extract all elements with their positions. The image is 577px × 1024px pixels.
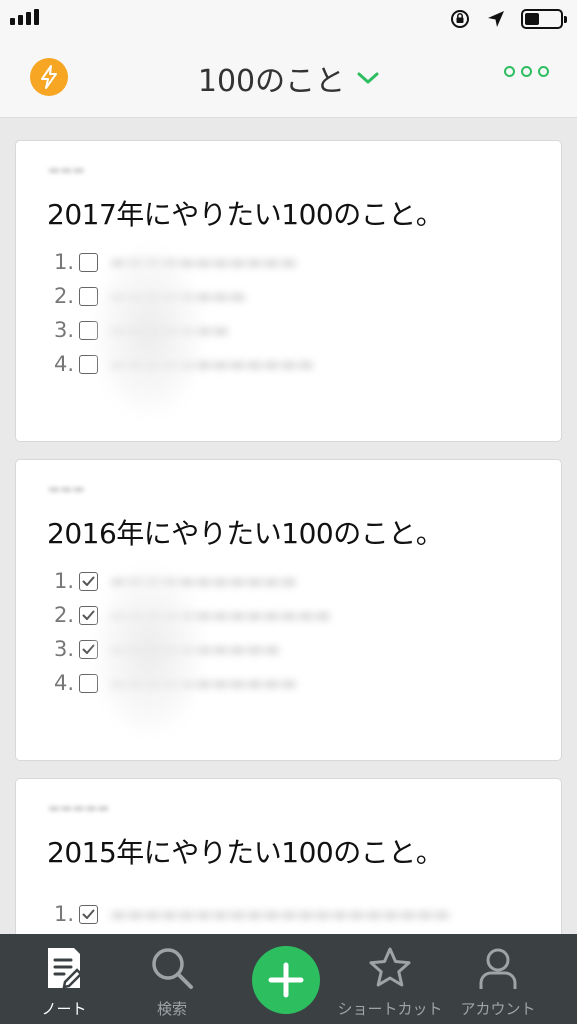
item-number: 4.: [54, 671, 75, 695]
checkbox[interactable]: [79, 605, 98, 625]
note-title: 2015年にやりたい100のこと。: [47, 836, 444, 869]
note-card[interactable]: ▬▬▬ 2017年にやりたい100のこと。 1. ▬▬▬▬▬▬▬▬▬▬▬ 2. …: [15, 140, 562, 442]
more-dot: [504, 66, 515, 77]
note-meta-redacted: ▬▬▬: [48, 163, 85, 178]
checkbox[interactable]: [79, 904, 98, 924]
note-list: ▬▬▬ 2017年にやりたい100のこと。 1. ▬▬▬▬▬▬▬▬▬▬▬ 2. …: [0, 118, 577, 934]
checkmark-icon: [82, 909, 95, 919]
bottom-tab-bar: ノート 検索 ショートカット アカウント: [0, 934, 577, 1024]
search-icon: [148, 944, 196, 992]
redaction-blur: [94, 566, 204, 736]
plus-icon: [268, 962, 304, 998]
checkbox[interactable]: [79, 354, 98, 374]
star-icon: [366, 944, 414, 992]
location-arrow-icon: [488, 11, 504, 27]
status-indicators: [449, 8, 567, 30]
rotation-lock-icon: [451, 10, 469, 28]
item-number: 3.: [54, 637, 75, 661]
item-number: 3.: [54, 318, 75, 342]
checklist: 1. ▬▬▬▬▬▬▬▬▬▬▬▬▬▬▬▬▬▬▬▬: [54, 897, 450, 931]
notebook-selector[interactable]: 100のこと: [0, 58, 577, 99]
checkbox[interactable]: [79, 252, 98, 272]
checklist-item: 1. ▬▬▬▬▬▬▬▬▬▬▬: [54, 564, 331, 598]
tab-shortcuts[interactable]: ショートカット: [330, 934, 450, 1024]
tab-search[interactable]: 検索: [126, 934, 218, 1024]
chevron-down-icon: [357, 72, 379, 84]
tab-notes[interactable]: ノート: [18, 934, 110, 1024]
item-number: 2.: [54, 284, 75, 308]
note-meta-redacted: ▬▬▬: [48, 482, 85, 497]
note-meta-redacted: ▬▬▬▬▬: [48, 801, 110, 816]
checklist-item: 1. ▬▬▬▬▬▬▬▬▬▬▬▬▬▬▬▬▬▬▬▬: [54, 897, 450, 931]
more-dot: [521, 66, 532, 77]
signal-strength-icon: [10, 9, 39, 25]
battery-icon: [521, 9, 567, 29]
tab-label: ノート: [41, 1000, 87, 1018]
tab-account[interactable]: アカウント: [452, 934, 544, 1024]
note-title: 2017年にやりたい100のこと。: [47, 198, 444, 231]
battery-level: [525, 13, 539, 25]
more-options-button[interactable]: [504, 66, 549, 77]
note-card[interactable]: ▬▬▬ 2016年にやりたい100のこと。 1. ▬▬▬▬▬▬▬▬▬▬▬ 2. …: [15, 459, 562, 761]
add-note-button[interactable]: [252, 946, 320, 1014]
redaction-blur: [94, 247, 204, 417]
tab-label: ショートカット: [337, 1000, 443, 1018]
item-text-redacted: ▬▬▬▬▬▬▬▬▬▬▬▬▬▬▬▬▬▬▬▬: [110, 903, 451, 925]
tab-label: 検索: [156, 1000, 187, 1018]
account-icon: [474, 944, 522, 992]
checkmark-icon: [82, 610, 95, 620]
checkmark-icon: [82, 576, 95, 586]
item-number: 4.: [54, 352, 75, 376]
item-number: 2.: [54, 603, 75, 627]
note-card[interactable]: ▬▬▬▬▬ 2015年にやりたい100のこと。 1. ▬▬▬▬▬▬▬▬▬▬▬▬▬…: [15, 778, 562, 934]
note-icon: [40, 944, 88, 992]
app-header: 100のこと: [0, 38, 577, 118]
item-number: 1.: [54, 250, 75, 274]
checkbox[interactable]: [79, 673, 98, 693]
item-number: 1.: [54, 902, 75, 926]
checkbox[interactable]: [79, 571, 98, 591]
tab-label: アカウント: [460, 1000, 536, 1018]
checkbox[interactable]: [79, 286, 98, 306]
more-dot: [538, 66, 549, 77]
page-title: 100のこと: [197, 64, 346, 99]
note-title: 2016年にやりたい100のこと。: [47, 517, 444, 550]
app-screen: 100のこと ▬▬▬ 2017年にやりたい100のこと。 1. ▬▬▬▬▬▬▬▬…: [0, 0, 577, 1024]
status-bar: [0, 0, 577, 38]
item-number: 1.: [54, 569, 75, 593]
